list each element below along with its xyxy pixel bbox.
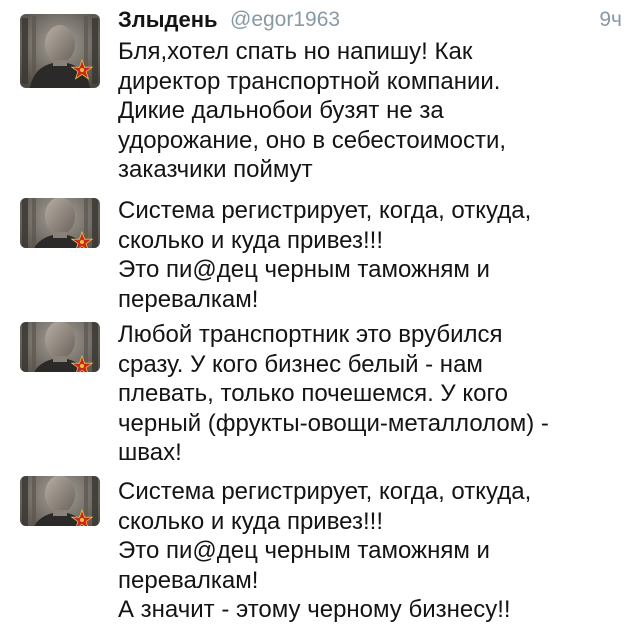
tweet-line: Система регистрирует, когда, откуда,	[118, 478, 532, 505]
profile-photo-icon	[20, 322, 100, 372]
tweet-line: сразу. У кого бизнес белый - нам	[118, 350, 483, 378]
tweet-line: черный (фрукты-овощи-металлолом) -	[118, 409, 549, 437]
tweet-thread: Злыдень @egor1963 9ч Бля,хотел спать но …	[0, 0, 640, 641]
tweet-line: швах!	[118, 439, 182, 466]
avatar[interactable]	[20, 198, 100, 248]
profile-photo-icon	[20, 198, 100, 248]
tweet-line: Система регистрирует, когда, откуда,	[118, 197, 532, 224]
tweet-line: Любой транспортник это врубился	[118, 321, 503, 348]
tweet-line: заказчики поймут	[118, 156, 313, 183]
profile-photo-icon	[20, 14, 100, 88]
tweet-text: Бля,хотел спать но напишу! Как директор …	[118, 37, 628, 185]
tweet-line: удорожание, оно в себестоимости,	[118, 126, 507, 154]
tweet-line: перевалкам!	[118, 285, 259, 313]
tweet-line: перевалкам!	[118, 566, 259, 594]
tweet-line: Это пи@дец черным таможням и	[118, 537, 490, 564]
avatar[interactable]	[20, 322, 100, 372]
tweet-line: плевать, только почешемся. У кого	[118, 380, 509, 407]
tweet-timestamp[interactable]: 9ч	[599, 8, 622, 32]
author-handle[interactable]: @egor1963	[230, 8, 340, 32]
tweet-line: директор транспортной компании.	[118, 67, 501, 95]
tweet-header: Злыдень @egor1963 9ч	[118, 5, 628, 35]
avatar[interactable]	[20, 476, 100, 526]
tweet-line: Бля,хотел спать но напишу! Как	[118, 38, 473, 65]
tweet-line: А значит - этому черному бизнесу!!	[118, 596, 511, 623]
tweet-line: Дикие дальнобои бузят не за	[118, 97, 444, 124]
avatar[interactable]	[20, 14, 100, 88]
tweet-text: Система регистрирует, когда, откуда, ско…	[118, 477, 628, 625]
tweet-text: Любой транспортник это врубился сразу. У…	[118, 320, 628, 468]
author-name[interactable]: Злыдень	[118, 7, 218, 33]
tweet-text: Система регистрирует, когда, откуда, ско…	[118, 196, 628, 314]
tweet-line: Это пи@дец черным таможням и	[118, 256, 490, 283]
profile-photo-icon	[20, 476, 100, 526]
tweet-line: сколько и куда привез!!!	[118, 507, 384, 535]
tweet-line: сколько и куда привез!!!	[118, 226, 384, 254]
